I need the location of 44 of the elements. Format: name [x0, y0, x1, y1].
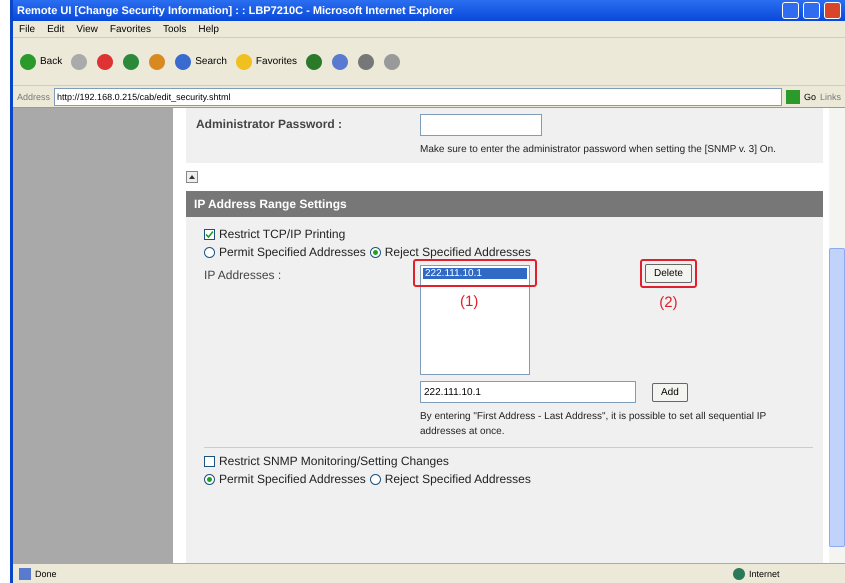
password-field[interactable] [420, 114, 542, 136]
radio-button[interactable] [204, 474, 215, 484]
zone-text: Internet [749, 568, 781, 578]
checkbox-label: Restrict TCP/IP Printing [219, 227, 346, 241]
field-label: IP Addresses : [203, 267, 282, 282]
menu-item[interactable]: Tools [162, 24, 186, 34]
address-label: Address [17, 92, 50, 102]
address-input[interactable]: 222.111.10.1 [420, 381, 636, 403]
callout-label: (2) [659, 294, 678, 311]
delete-button[interactable]: Delete [645, 264, 692, 283]
add-button[interactable]: Add [652, 382, 688, 402]
radio-button[interactable] [370, 474, 381, 484]
radio-label: Reject Specified Addresses [384, 472, 531, 486]
menu-item[interactable]: Edit [47, 24, 64, 34]
toolbar-label[interactable]: Favorites [256, 56, 298, 67]
toolbar-label[interactable]: Back [40, 56, 62, 67]
checkbox[interactable] [204, 456, 215, 466]
address-field[interactable]: http://192.168.0.215/cab/edit_security.shtml [54, 88, 782, 106]
minimize-button[interactable] [782, 2, 799, 19]
menu-item[interactable]: Favorites [110, 24, 151, 34]
menu-item[interactable]: File [19, 24, 36, 34]
checkbox[interactable] [204, 228, 215, 240]
list-item[interactable]: 222.111.10.1 [423, 268, 527, 279]
status-text: Done [35, 568, 58, 578]
scrollbar[interactable] [829, 108, 845, 563]
section-header: IP Address Range Settings [186, 191, 823, 217]
help-text: Make sure to enter the administrator password when setting the [SNMP v. 3] On. [420, 143, 777, 157]
callout-label: (1) [460, 293, 478, 310]
radio-button[interactable] [370, 246, 381, 258]
help-text: By entering "First Address - Last Address", it is possible to set all sequential IP addresses at once. [420, 410, 767, 439]
close-button[interactable] [824, 2, 841, 19]
menu-item[interactable]: Help [198, 24, 219, 34]
radio-label: Reject Specified Addresses [384, 245, 531, 259]
links-label[interactable]: Links [820, 92, 841, 102]
toolbar-label[interactable]: Search [195, 56, 227, 67]
radio-label: Permit Specified Addresses [219, 245, 366, 259]
radio-button[interactable] [204, 246, 215, 258]
checkbox-label: Restrict SNMP Monitoring/Setting Changes [219, 454, 449, 468]
go-label[interactable]: Go [804, 92, 816, 102]
radio-label: Permit Specified Addresses [219, 472, 366, 486]
menu-item[interactable]: View [76, 24, 98, 34]
maximize-button[interactable] [803, 2, 820, 19]
field-label: Administrator Password : [196, 116, 344, 131]
window-title: Remote UI [Change Security Information] : : LBP7210C - Microsoft Internet Explorer [17, 4, 454, 16]
